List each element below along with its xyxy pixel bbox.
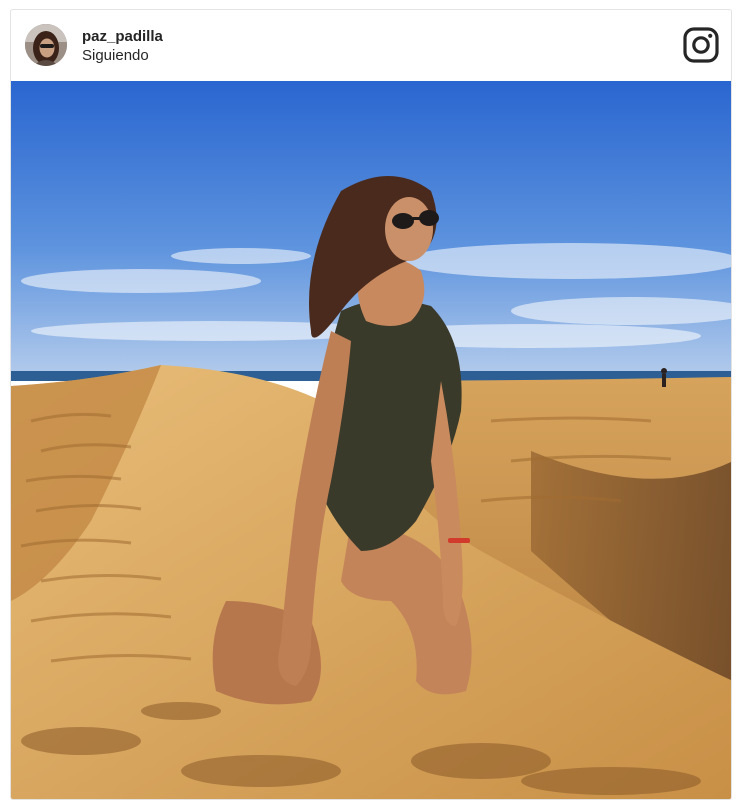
user-avatar-icon	[25, 24, 67, 66]
instagram-post-card: paz_padilla Siguiendo	[10, 9, 732, 800]
profile-avatar[interactable]	[25, 24, 67, 66]
post-photo[interactable]	[11, 81, 731, 799]
username-link[interactable]: paz_padilla	[82, 27, 163, 46]
beach-dune-photo	[11, 81, 731, 799]
instagram-icon[interactable]	[683, 27, 719, 63]
post-header: paz_padilla Siguiendo	[11, 10, 731, 81]
follow-status: Siguiendo	[82, 47, 149, 64]
user-info: paz_padilla Siguiendo	[82, 27, 163, 65]
